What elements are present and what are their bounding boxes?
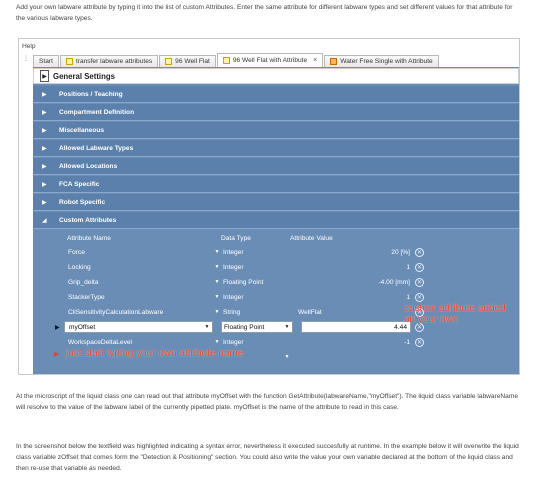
tab-label: 96 Well Flat with Attribute (232, 57, 308, 64)
chevron-down-icon[interactable]: ▼ (213, 276, 221, 288)
attribute-row[interactable]: Grip_delta ▼ Floating Point -4.00 [mm] ✕ (33, 275, 519, 289)
close-icon[interactable]: × (313, 57, 317, 64)
attribute-value-cell[interactable]: 1 (308, 261, 410, 273)
section-label: Allowed Locations (59, 162, 118, 170)
section-label: Compartment Definition (59, 108, 135, 116)
menu-help[interactable]: Help (22, 43, 36, 50)
expand-arrow-icon: ▶ (42, 199, 47, 206)
chevron-down-icon[interactable]: ▼ (213, 246, 221, 258)
expand-arrow-icon: ▶ (42, 181, 47, 188)
attribute-value-cell[interactable]: -4.00 [mm] (308, 276, 410, 288)
attribute-row[interactable]: Locking ▼ Integer 1 ✕ (33, 260, 519, 274)
data-type-cell[interactable]: String (223, 306, 286, 318)
section-label: Custom Attributes (59, 216, 117, 224)
tab-label: Water Free Single with Attribute (340, 58, 433, 65)
column-header-data-type: Data Type (221, 235, 251, 242)
tab-water-free-single-with-attribute[interactable]: Water Free Single with Attribute (324, 55, 439, 67)
section-allowed-labware-types[interactable]: ▶ Allowed Labware Types (33, 140, 519, 157)
tab-label: 96 Well Flat (175, 58, 210, 65)
delete-icon[interactable]: ✕ (415, 278, 424, 287)
tab-label: transfer labware attributes (75, 58, 153, 65)
expand-arrow-icon: ▶ (42, 109, 47, 116)
expand-arrow-icon[interactable]: ▶ (40, 70, 49, 82)
liquid-icon (330, 58, 338, 65)
annotation-arrow-icon: ➤ (52, 349, 60, 359)
plate-icon (65, 58, 73, 65)
annotation-custom-attribute: custom attribute added on your own (404, 303, 506, 325)
data-type-cell[interactable]: Integer (223, 261, 286, 273)
section-label: Robot Specific (59, 198, 106, 206)
attribute-name-input[interactable]: myOffset (64, 321, 213, 333)
delete-icon[interactable]: ✕ (415, 263, 424, 272)
section-compartment-definition[interactable]: ▶ Compartment Definition (33, 104, 519, 121)
expand-arrow-icon: ▶ (42, 127, 47, 134)
tab-label: Start (39, 58, 53, 65)
chevron-down-icon[interactable]: ▼ (213, 336, 221, 348)
delete-icon[interactable]: ✕ (415, 293, 424, 302)
attribute-name-cell[interactable]: Grip_delta (68, 276, 211, 288)
section-miscellaneous[interactable]: ▶ Miscellaneous (33, 122, 519, 139)
attribute-name-cell[interactable]: Force (68, 246, 211, 258)
column-header-attribute-name: Attribute Name (67, 235, 111, 242)
chevron-down-icon[interactable]: ▼ (283, 351, 291, 363)
section-allowed-locations[interactable]: ▶ Allowed Locations (33, 158, 519, 175)
section-robot-specific[interactable]: ▶ Robot Specific (33, 194, 519, 211)
attribute-name-cell[interactable]: CliSensitivityCalculationLabware (68, 306, 211, 318)
chevron-down-icon[interactable]: ▼ (203, 321, 211, 333)
plate-icon (165, 58, 173, 65)
tab-transfer-labware-attributes[interactable]: transfer labware attributes (59, 55, 159, 67)
intro-paragraph: Add your own labware attribute by typing… (16, 4, 513, 22)
delete-icon[interactable]: ✕ (415, 248, 424, 257)
section-fca-specific[interactable]: ▶ FCA Specific (33, 176, 519, 193)
chevron-down-icon[interactable]: ▼ (213, 261, 221, 273)
attribute-row[interactable]: StackerType ▼ Integer 1 ✕ (33, 290, 519, 304)
collapse-arrow-icon: ◢ (42, 217, 47, 224)
document-tabbar: Start transfer labware attributes 96 Wel… (33, 53, 440, 67)
chevron-down-icon[interactable]: ▼ (213, 291, 221, 303)
chevron-down-icon[interactable]: ▼ (213, 306, 221, 318)
attribute-value-input[interactable]: 4.44 (301, 321, 411, 333)
section-label: Positions / Teaching (59, 90, 123, 98)
section-custom-attributes[interactable]: ◢ Custom Attributes (33, 212, 519, 229)
tab-scroll-icon[interactable]: ⋮ (23, 55, 29, 62)
attribute-value-cell[interactable]: 20 [%] (308, 246, 410, 258)
data-type-cell[interactable]: Integer (223, 246, 286, 258)
section-label: FCA Specific (59, 180, 100, 188)
attribute-name-cell[interactable]: Locking (68, 261, 211, 273)
section-label: General Settings (53, 71, 115, 81)
attribute-name-cell[interactable]: WorkspaceDeltaLevel (68, 336, 211, 348)
column-header-attribute-value: Attribute Value (290, 235, 333, 242)
plate-icon (222, 57, 230, 64)
expand-arrow-icon: ▶ (42, 91, 47, 98)
data-type-cell[interactable]: Floating Point (223, 276, 286, 288)
attribute-row[interactable]: WorkspaceDeltaLevel ▼ Integer -1 ✕ (33, 335, 519, 349)
expand-arrow-icon: ▶ (42, 145, 47, 152)
attribute-row[interactable]: Force ▼ Integer 20 [%] ✕ (33, 245, 519, 259)
section-general-settings[interactable]: ▶ General Settings (33, 68, 519, 84)
data-type-cell[interactable]: Integer (223, 291, 286, 303)
section-positions-teaching[interactable]: ▶ Positions / Teaching (33, 86, 519, 103)
tab-96-well-flat[interactable]: 96 Well Flat (159, 55, 216, 67)
section-label: Miscellaneous (59, 126, 105, 134)
current-row-pointer-icon: ▶ (55, 325, 60, 331)
attribute-value-cell[interactable]: WellFlat (298, 306, 400, 318)
section-label: Allowed Labware Types (59, 144, 134, 152)
properties-panel: ▶ General Settings ▶ Positions / Teachin… (33, 67, 519, 374)
chevron-down-icon[interactable]: ▼ (283, 321, 291, 333)
data-type-cell[interactable]: Integer (223, 336, 286, 348)
syntax-error-paragraph: In the screenshot below the textfield wa… (16, 443, 519, 472)
annotation-start-typing: just start typing your own attribute nam… (66, 348, 244, 359)
tab-96-well-flat-with-attribute[interactable]: 96 Well Flat with Attribute × (216, 53, 324, 67)
expand-arrow-icon: ▶ (42, 163, 47, 170)
attribute-value-cell[interactable]: 1 (308, 291, 410, 303)
microscript-paragraph: At the microscript of the liquid class o… (16, 393, 519, 411)
attribute-value-cell[interactable]: -1 (308, 336, 410, 348)
delete-icon[interactable]: ✕ (415, 338, 424, 347)
tab-start[interactable]: Start (33, 55, 59, 67)
attribute-name-cell[interactable]: StackerType (68, 291, 211, 303)
